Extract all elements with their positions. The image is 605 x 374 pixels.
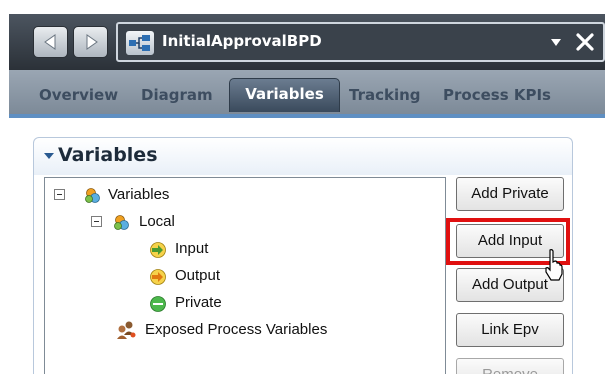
back-button[interactable] xyxy=(33,26,68,58)
left-arrow-icon xyxy=(44,34,56,50)
tree-item-exposed-process-variables[interactable]: Exposed Process Variables xyxy=(115,320,415,342)
collapse-toggle-icon[interactable] xyxy=(54,189,65,200)
document-title: InitialApprovalBPD xyxy=(162,32,322,50)
right-arrow-icon xyxy=(86,34,98,50)
variables-section-header[interactable]: Variables xyxy=(33,137,573,175)
output-arrow-icon xyxy=(150,269,166,285)
application-window: InitialApprovalBPD Overview Diagram Vari… xyxy=(0,0,605,374)
expanded-triangle-icon[interactable] xyxy=(43,152,55,160)
tree-item-output[interactable]: Output xyxy=(149,266,349,288)
add-private-button[interactable]: Add Private xyxy=(456,177,564,211)
collapse-toggle-icon[interactable] xyxy=(91,216,102,227)
tab-overview[interactable]: Overview xyxy=(39,82,118,114)
close-x-icon[interactable] xyxy=(574,30,596,54)
remove-button[interactable]: Remove xyxy=(456,358,564,374)
mouse-pointer-icon xyxy=(545,249,563,281)
tree-item-label: Input xyxy=(175,240,209,257)
section-title: Variables xyxy=(58,144,158,166)
private-circle-icon xyxy=(150,296,166,312)
exposed-variables-icon xyxy=(117,321,136,339)
tree-item-private[interactable]: Private xyxy=(149,293,349,315)
tree-item-input[interactable]: Input xyxy=(149,239,349,261)
variables-folder-icon xyxy=(85,188,100,203)
tree-item-variables[interactable]: Variables xyxy=(54,185,354,207)
dropdown-triangle-icon[interactable] xyxy=(550,38,562,47)
tree-item-label: Exposed Process Variables xyxy=(145,321,328,338)
document-selector[interactable]: InitialApprovalBPD xyxy=(116,22,605,62)
variables-folder-icon xyxy=(114,215,129,230)
tree-item-label: Output xyxy=(175,267,221,284)
tab-variables[interactable]: Variables xyxy=(229,78,340,112)
forward-button[interactable] xyxy=(73,26,108,58)
tree-item-label: Local xyxy=(139,213,175,230)
editor-tab-bar: Overview Diagram Variables Tracking Proc… xyxy=(9,70,605,118)
window-edge xyxy=(0,0,9,374)
title-bar: InitialApprovalBPD xyxy=(9,14,605,70)
tree-item-label: Private xyxy=(175,294,222,311)
tab-tracking[interactable]: Tracking xyxy=(349,82,421,114)
tree-item-label: Variables xyxy=(108,186,170,203)
tab-diagram[interactable]: Diagram xyxy=(141,82,213,114)
process-diagram-icon xyxy=(126,31,154,55)
tab-process-kpis[interactable]: Process KPIs xyxy=(443,82,551,114)
tree-item-local[interactable]: Local xyxy=(91,212,391,234)
input-arrow-icon xyxy=(150,242,166,258)
link-epv-button[interactable]: Link Epv xyxy=(456,313,564,347)
variables-tree[interactable]: Variables Local Input Output Private Exp… xyxy=(44,177,446,374)
